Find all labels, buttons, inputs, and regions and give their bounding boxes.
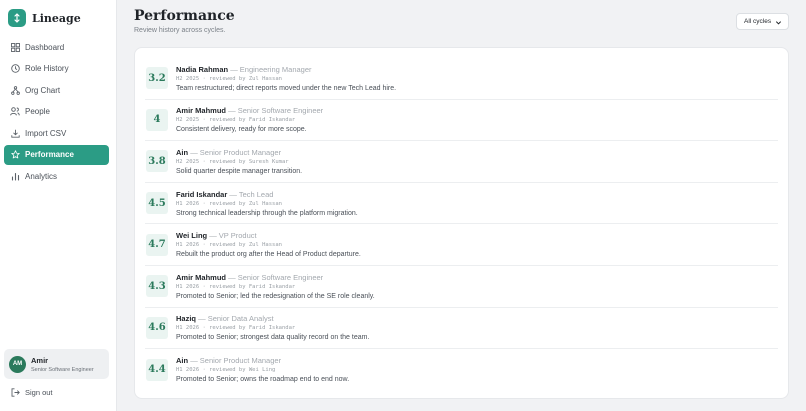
review-row[interactable]: 3.8 Ain — Senior Product Manager H2 2025… xyxy=(145,141,778,183)
brand[interactable]: Lineage xyxy=(8,8,81,28)
sidebar-item-performance[interactable]: Performance xyxy=(4,144,109,165)
reviewee-role: — Senior Software Engineer xyxy=(228,106,324,116)
review-meta: H1 2026 · reviewed by Farid Iskandar xyxy=(176,283,296,290)
review-row[interactable]: 4 Amir Mahmud — Senior Software Engineer… xyxy=(145,100,778,142)
sidebar-item-analytics[interactable]: Analytics xyxy=(4,166,109,186)
review-body: Wei Ling — VP Product H1 2026 · reviewed… xyxy=(176,231,361,258)
review-meta: H2 2025 · reviewed by Suresh Kumar xyxy=(176,158,289,165)
review-row[interactable]: 4.5 Farid Iskandar — Tech Lead H1 2026 ·… xyxy=(145,183,778,225)
reviewee-name: Ain xyxy=(176,147,189,157)
sign-out-label: Sign out xyxy=(25,387,53,397)
score-badge: 3.8 xyxy=(146,150,168,173)
reviewee-role: — Tech Lead xyxy=(229,189,274,199)
review-note: Solid quarter despite manager transition… xyxy=(176,167,303,175)
clock-icon xyxy=(10,64,20,74)
sidebar-item-label: Performance xyxy=(25,150,74,159)
reviewee-role: — VP Product xyxy=(209,231,257,241)
review-meta: H1 2026 · reviewed by Wei Ling xyxy=(176,367,276,374)
reviewee-name: Wei Ling xyxy=(176,231,208,241)
sidebar-item-label: Import CSV xyxy=(25,128,67,138)
review-note: Strong technical leadership through the … xyxy=(176,209,358,217)
sidebar-item-org-chart[interactable]: Org Chart xyxy=(4,80,109,100)
bar-chart-icon xyxy=(10,171,20,181)
arrows-up-down-icon xyxy=(8,9,26,27)
reviews-card: 3.2 Nadia Rahman — Engineering Manager H… xyxy=(134,47,789,399)
review-body: Ain — Senior Product Manager H2 2025 · r… xyxy=(176,148,302,175)
score-badge: 4.5 xyxy=(146,192,168,215)
score-badge: 4.6 xyxy=(146,316,168,339)
score-badge: 4 xyxy=(146,108,168,131)
chevron-down-icon xyxy=(774,18,782,26)
sidebar-item-label: Role History xyxy=(25,64,69,73)
reviewee-name: Nadia Rahman xyxy=(176,64,229,74)
review-body: Nadia Rahman — Engineering Manager H2 20… xyxy=(176,65,396,92)
sidebar-item-label: Analytics xyxy=(25,171,58,181)
review-note: Promoted to Senior; strongest data quali… xyxy=(176,334,370,342)
review-row[interactable]: 4.7 Wei Ling — VP Product H1 2026 · revi… xyxy=(145,224,778,266)
sidebar-item-import-csv[interactable]: Import CSV xyxy=(4,123,109,143)
grid-icon xyxy=(10,42,20,52)
review-meta: H2 2025 · reviewed by Zul Hassan xyxy=(176,75,282,82)
review-row[interactable]: 3.2 Nadia Rahman — Engineering Manager H… xyxy=(145,58,778,100)
review-row[interactable]: 4.6 Haziq — Senior Data Analyst H1 2026 … xyxy=(145,308,778,350)
star-icon xyxy=(10,150,20,160)
app-name: Lineage xyxy=(32,11,81,25)
review-note: Promoted to Senior; owns the roadmap end… xyxy=(176,376,350,384)
score-badge: 4.3 xyxy=(146,275,168,298)
people-icon xyxy=(10,107,20,117)
review-note: Promoted to Senior; led the redesignatio… xyxy=(176,292,375,300)
reviewee-name: Farid Iskandar xyxy=(176,189,228,199)
review-meta: H1 2026 · reviewed by Zul Hassan xyxy=(176,200,282,207)
review-body: Haziq — Senior Data Analyst H1 2026 · re… xyxy=(176,314,369,341)
review-list: 3.2 Nadia Rahman — Engineering Manager H… xyxy=(145,58,778,391)
current-user-card[interactable]: AM Amir Senior Software Engineer xyxy=(4,349,109,379)
sign-out-icon xyxy=(10,387,20,397)
user-name: Amir xyxy=(31,355,49,365)
review-body: Ain — Senior Product Manager H1 2026 · r… xyxy=(176,356,349,383)
review-body: Amir Mahmud — Senior Software Engineer H… xyxy=(176,273,375,300)
review-note: Team restructured; direct reports moved … xyxy=(176,84,397,92)
reviewee-role: — Senior Data Analyst xyxy=(198,314,274,324)
score-badge: 3.2 xyxy=(146,67,168,90)
sidebar-item-role-history[interactable]: Role History xyxy=(4,59,109,79)
cycle-filter-select[interactable]: All cycles xyxy=(736,13,789,30)
review-row[interactable]: 4.4 Ain — Senior Product Manager H1 2026… xyxy=(145,349,778,391)
reviewee-name: Amir Mahmud xyxy=(176,272,227,282)
review-note: Consistent delivery, ready for more scop… xyxy=(176,126,307,134)
score-badge: 4.7 xyxy=(146,233,168,256)
sidebar-item-people[interactable]: People xyxy=(4,102,109,122)
avatar: AM xyxy=(9,355,26,373)
review-meta: H1 2026 · reviewed by Zul Hassan xyxy=(176,242,282,249)
reviewee-role: — Senior Software Engineer xyxy=(228,272,324,282)
page-title: Performance xyxy=(134,8,235,24)
cycle-filter-value: All cycles xyxy=(744,18,772,25)
org-chart-icon xyxy=(10,85,20,95)
reviewee-name: Amir Mahmud xyxy=(176,106,227,116)
sidebar-item-label: Dashboard xyxy=(25,42,65,52)
sidebar-nav: Dashboard Role History Org Chart People … xyxy=(4,37,109,188)
review-meta: H2 2025 · reviewed by Farid Iskandar xyxy=(176,117,296,124)
sidebar: Lineage Dashboard Role History Org Chart… xyxy=(0,0,117,411)
download-icon xyxy=(10,128,20,138)
user-meta: Amir Senior Software Engineer xyxy=(31,356,94,373)
reviewee-name: Ain xyxy=(176,356,189,366)
score-badge: 4.4 xyxy=(146,358,168,381)
reviewee-name: Haziq xyxy=(176,314,197,324)
reviewee-role: — Senior Product Manager xyxy=(190,147,282,157)
sidebar-item-label: People xyxy=(25,107,50,116)
reviewee-role: — Engineering Manager xyxy=(230,64,312,74)
sign-out-button[interactable]: Sign out xyxy=(10,386,53,398)
sidebar-item-label: Org Chart xyxy=(25,85,61,95)
sidebar-item-dashboard[interactable]: Dashboard xyxy=(4,37,109,57)
user-role: Senior Software Engineer xyxy=(31,366,94,373)
review-row[interactable]: 4.3 Amir Mahmud — Senior Software Engine… xyxy=(145,266,778,308)
review-note: Rebuilt the product org after the Head o… xyxy=(176,251,361,259)
reviewee-role: — Senior Product Manager xyxy=(190,356,282,366)
review-body: Amir Mahmud — Senior Software Engineer H… xyxy=(176,106,323,133)
review-meta: H1 2026 · reviewed by Farid Iskandar xyxy=(176,325,296,332)
page-subtitle: Review history across cycles. xyxy=(134,27,226,34)
review-body: Farid Iskandar — Tech Lead H1 2026 · rev… xyxy=(176,190,358,217)
